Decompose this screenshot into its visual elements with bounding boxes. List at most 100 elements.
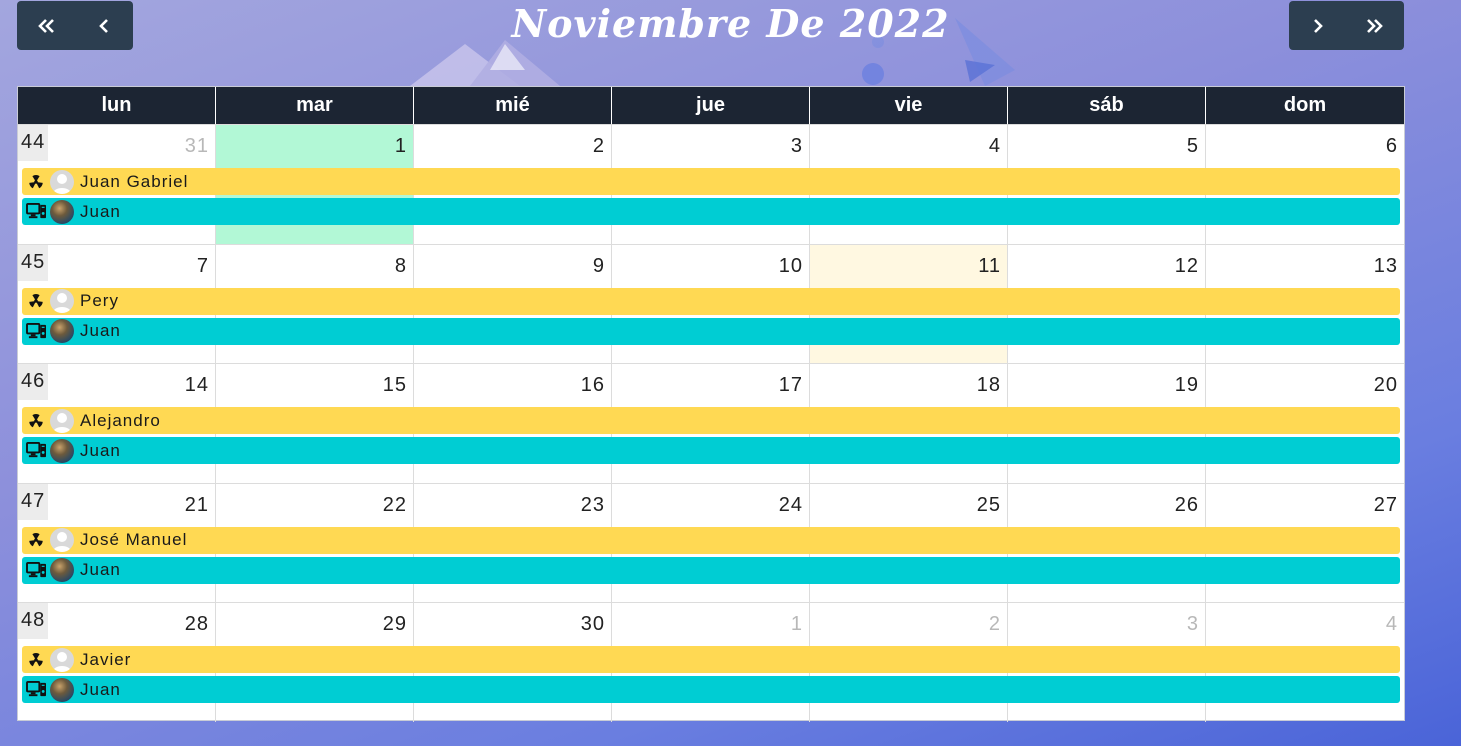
day-number[interactable]: 16 [581, 374, 605, 397]
event-label: Juan Gabriel [80, 171, 189, 191]
event-bar[interactable]: Juan [22, 556, 1400, 584]
prev-year-button[interactable] [17, 1, 75, 50]
nav-group-prev [17, 1, 133, 50]
computer-icon [25, 559, 47, 581]
day-number[interactable]: 9 [593, 255, 605, 278]
prev-month-button[interactable] [75, 1, 133, 50]
day-number[interactable]: 6 [1386, 135, 1398, 158]
day-number[interactable]: 25 [977, 494, 1001, 517]
event-label: Juan [80, 321, 121, 340]
day-number[interactable]: 4 [1386, 613, 1398, 636]
week-row: 21 22 23 24 25 26 27 47 José Manuel Juan [18, 482, 1404, 602]
event-label: Alejandro [80, 410, 161, 430]
event-bar[interactable]: Juan [22, 317, 1400, 345]
next-year-button[interactable] [1347, 1, 1405, 50]
day-number[interactable]: 1 [395, 135, 407, 158]
week-number: 46 [18, 364, 48, 400]
week-number: 44 [18, 125, 48, 161]
day-number[interactable]: 4 [989, 135, 1001, 158]
week-number: 47 [18, 483, 48, 520]
event-bar[interactable]: Juan Gabriel [22, 168, 1400, 195]
radiation-icon [25, 649, 47, 671]
event-bar[interactable]: Juan [22, 437, 1400, 464]
avatar [50, 169, 74, 194]
day-number[interactable]: 23 [581, 494, 605, 517]
calendar-title: Noviembre De 2022 [511, 1, 950, 46]
day-number[interactable]: 5 [1187, 135, 1199, 158]
double-chevron-right-icon [1367, 18, 1384, 33]
day-number[interactable]: 17 [779, 374, 803, 397]
week-row: 14 15 16 17 18 19 20 46 Alejandro Juan [18, 363, 1404, 483]
weekday-label: sáb [1008, 87, 1206, 124]
event-bar[interactable]: Pery [22, 287, 1400, 315]
event-label: Javier [80, 649, 132, 669]
event-bar[interactable]: Alejandro [22, 407, 1400, 434]
day-number[interactable]: 29 [383, 613, 407, 636]
day-number[interactable]: 13 [1374, 255, 1398, 278]
avatar [50, 558, 74, 582]
day-number[interactable]: 12 [1175, 255, 1199, 278]
chevron-left-icon [99, 18, 108, 33]
day-number[interactable]: 3 [1187, 613, 1199, 636]
day-number[interactable]: 15 [383, 374, 407, 397]
event-bar[interactable]: Juan [22, 198, 1400, 225]
weekday-label: mar [216, 87, 414, 124]
day-number[interactable]: 31 [185, 135, 209, 158]
radiation-icon [25, 529, 47, 551]
week-number: 48 [18, 603, 48, 639]
computer-icon [25, 679, 47, 701]
event-bar[interactable]: Javier [22, 646, 1400, 673]
weekday-label: jue [612, 87, 810, 124]
weekday-label: vie [810, 87, 1008, 124]
day-number[interactable]: 20 [1374, 374, 1398, 397]
event-label: Pery [80, 291, 119, 310]
day-number[interactable]: 2 [989, 613, 1001, 636]
event-label: Juan [80, 201, 121, 221]
day-number[interactable]: 18 [977, 374, 1001, 397]
chevron-right-icon [1313, 18, 1323, 33]
avatar [50, 647, 74, 672]
avatar [50, 677, 74, 702]
day-number[interactable]: 27 [1374, 494, 1398, 517]
day-number[interactable]: 19 [1175, 374, 1199, 397]
weekday-header: lun mar mié jue vie sáb dom [18, 87, 1404, 124]
weekday-label: lun [18, 87, 216, 124]
computer-icon [25, 320, 47, 342]
week-row: 28 29 30 1 2 3 4 48 Javier Juan [18, 602, 1404, 722]
event-label: Juan [80, 440, 121, 460]
day-number[interactable]: 8 [395, 255, 407, 278]
avatar [50, 199, 74, 224]
day-number[interactable]: 1 [791, 613, 803, 636]
day-number[interactable]: 22 [383, 494, 407, 517]
day-number[interactable]: 24 [779, 494, 803, 517]
day-number[interactable]: 28 [185, 613, 209, 636]
computer-icon [25, 440, 47, 462]
day-number[interactable]: 7 [197, 255, 209, 278]
day-number[interactable]: 11 [978, 255, 1001, 278]
week-number: 45 [18, 244, 48, 281]
double-chevron-left-icon [38, 18, 54, 33]
event-bar[interactable]: Juan [22, 676, 1400, 703]
avatar [50, 528, 74, 552]
day-number[interactable]: 14 [185, 374, 209, 397]
radiation-icon [25, 290, 47, 312]
day-number[interactable]: 26 [1175, 494, 1199, 517]
day-number[interactable]: 30 [581, 613, 605, 636]
nav-group-next [1289, 1, 1404, 50]
weekday-label: mié [414, 87, 612, 124]
avatar [50, 289, 74, 313]
week-row: 7 8 9 10 11 12 13 45 Pery Juan [18, 243, 1404, 363]
weekday-label: dom [1283, 94, 1327, 116]
computer-icon [25, 201, 47, 223]
avatar [50, 319, 74, 343]
day-number[interactable]: 10 [779, 255, 803, 278]
next-month-button[interactable] [1289, 1, 1347, 50]
event-bar[interactable]: José Manuel [22, 526, 1400, 554]
day-number[interactable]: 2 [593, 135, 605, 158]
week-row: 31 1 2 3 4 5 6 44 Juan Gabriel Juan [18, 124, 1404, 244]
day-number[interactable]: 21 [185, 494, 209, 517]
day-number[interactable]: 3 [791, 135, 803, 158]
event-label: Juan [80, 679, 121, 699]
avatar [50, 408, 74, 433]
radiation-icon [25, 171, 47, 193]
